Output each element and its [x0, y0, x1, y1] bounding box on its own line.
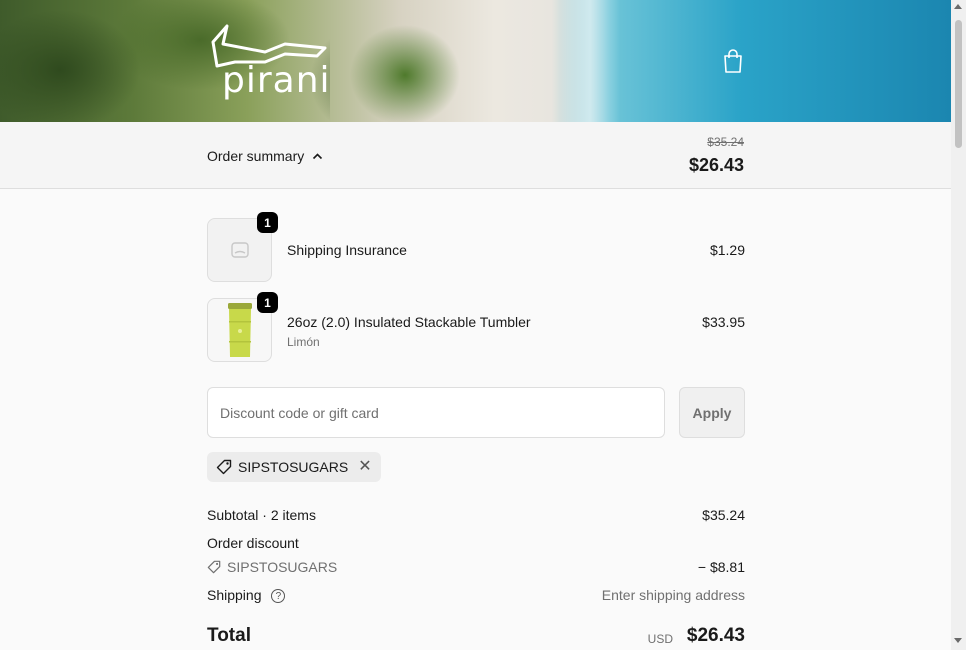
applied-discount-code: SIPSTOSUGARS	[238, 459, 349, 475]
total-label: Total	[207, 625, 251, 646]
item-name: 26oz (2.0) Insulated Stackable Tumbler	[287, 314, 531, 330]
applied-discount-tag: SIPSTOSUGARS ✕	[207, 452, 381, 482]
page-scrollbar[interactable]	[951, 0, 966, 650]
header-banner: pirani	[0, 0, 951, 122]
discount-code-row: SIPSTOSUGARS − $8.81	[207, 559, 745, 575]
quantity-badge: 1	[257, 212, 278, 233]
scroll-up-arrow-icon[interactable]	[954, 4, 962, 9]
shopping-bag-icon[interactable]	[722, 48, 744, 74]
item-price: $33.95	[702, 314, 745, 330]
apply-discount-button[interactable]: Apply	[679, 387, 745, 438]
order-summary-toggle[interactable]: Order summary	[207, 148, 323, 164]
scrollbar-thumb[interactable]	[955, 20, 962, 148]
subtotal-value: $35.24	[702, 507, 745, 523]
original-total: $35.24	[707, 135, 744, 149]
order-discount-label: Order discount	[207, 535, 299, 551]
item-price: $1.29	[709, 242, 745, 258]
subtotal-label: Subtotal · 2 items	[207, 507, 316, 523]
placeholder-image-icon	[230, 242, 249, 258]
shipping-value: Enter shipping address	[601, 587, 745, 603]
line-item: 1 26oz (2.0) Insulated Stackable Tumbler…	[207, 292, 745, 362]
tumbler-image	[227, 303, 252, 357]
tag-icon	[216, 459, 232, 475]
discount-code-input[interactable]	[207, 387, 665, 438]
shipping-row: Shipping ? Enter shipping address	[207, 587, 745, 604]
logo-wordmark: pirani	[222, 60, 331, 101]
scroll-down-arrow-icon[interactable]	[954, 638, 962, 643]
discount-value: − $8.81	[697, 559, 745, 575]
help-icon[interactable]: ?	[271, 589, 286, 604]
order-discount-row: Order discount	[207, 535, 745, 551]
banner-surf	[560, 0, 620, 122]
order-summary-bar: Order summary $35.24 $26.43	[0, 122, 951, 189]
total-currency: USD	[647, 632, 673, 646]
item-name: Shipping Insurance	[287, 242, 407, 258]
item-variant: Limón	[287, 335, 320, 349]
order-summary-label: Order summary	[207, 148, 305, 164]
tag-icon	[207, 560, 221, 574]
remove-discount-icon[interactable]: ✕	[358, 459, 371, 475]
chevron-up-icon	[313, 153, 323, 160]
summary-total: $26.43	[688, 155, 744, 175]
quantity-badge: 1	[257, 292, 278, 313]
subtotal-row: Subtotal · 2 items $35.24	[207, 507, 745, 523]
total-value: $26.43	[686, 625, 745, 646]
shipping-label: Shipping	[207, 587, 262, 603]
banner-island	[350, 20, 460, 122]
discount-code-label: SIPSTOSUGARS	[227, 559, 338, 575]
line-item: 1 Shipping Insurance $1.29	[207, 212, 745, 282]
